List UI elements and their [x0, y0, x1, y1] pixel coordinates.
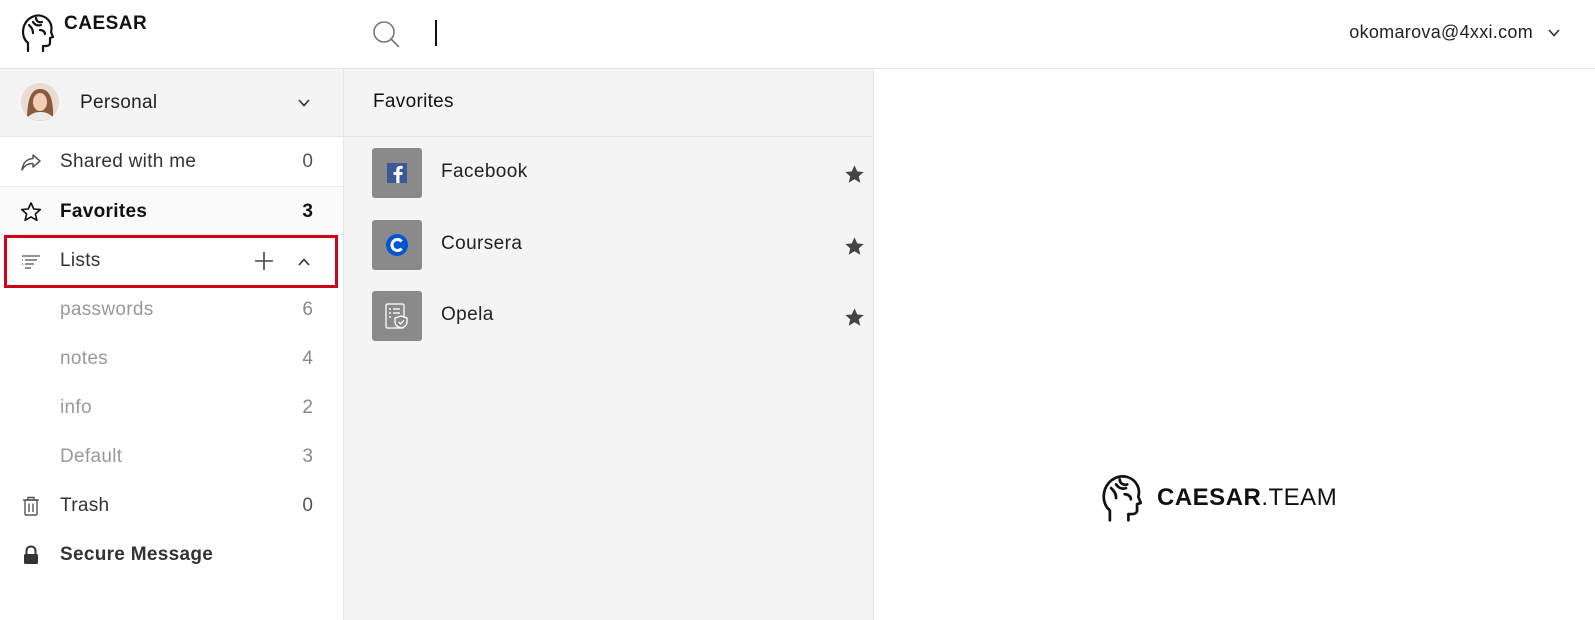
sidebar-item-label: info	[60, 397, 92, 418]
app-logo[interactable]: CAESAR	[20, 12, 147, 54]
app-logo-text: CAESAR	[64, 13, 148, 34]
sidebar-item-count: 2	[302, 397, 313, 418]
sidebar-item-favorites[interactable]: Favorites 3	[0, 186, 343, 235]
sidebar-item-label: notes	[60, 348, 108, 369]
sidebar-item-label: Default	[60, 446, 123, 467]
sidebar-item-count: 4	[302, 348, 313, 369]
brand-logo: CAESAR.TEAM	[1100, 472, 1337, 524]
brand-text-bold: CAESAR	[1157, 484, 1262, 511]
search-input[interactable]	[435, 20, 437, 46]
entry-name: Opela	[441, 304, 494, 325]
star-filled-icon[interactable]	[844, 307, 865, 328]
page-title: Favorites	[373, 91, 454, 112]
sidebar-item-label: Favorites	[60, 201, 148, 222]
coursera-icon	[372, 220, 422, 270]
sidebar-item-notes[interactable]: notes 4	[0, 334, 343, 383]
sidebar-item-label: Shared with me	[60, 151, 197, 172]
brand-text-suffix: .TEAM	[1261, 484, 1338, 511]
sidebar-item-label: passwords	[60, 299, 154, 320]
lock-icon	[24, 545, 38, 564]
star-filled-icon[interactable]	[844, 164, 865, 185]
star-outline-icon	[20, 202, 42, 222]
entry-name: Facebook	[441, 161, 528, 182]
caesar-head-icon	[1102, 475, 1142, 522]
panel-header: Favorites	[344, 69, 873, 137]
add-list-icon[interactable]	[253, 250, 275, 272]
chevron-down-icon[interactable]	[297, 96, 311, 110]
sidebar-item-count: 0	[302, 495, 313, 516]
sidebar-item-shared[interactable]: Shared with me 0	[0, 137, 343, 186]
sidebar-item-default[interactable]: Default 3	[0, 432, 343, 481]
entry-name: Coursera	[441, 233, 523, 254]
sidebar-item-count: 3	[302, 201, 313, 222]
sidebar-item-count: 6	[302, 299, 313, 320]
sidebar-item-label: Secure Message	[60, 544, 214, 565]
sidebar-item-trash[interactable]: Trash 0	[0, 481, 343, 530]
share-arrow-icon	[21, 154, 41, 171]
chevron-down-icon[interactable]	[1547, 26, 1561, 40]
favorites-panel: Favorites Facebook Coursera Opela	[344, 69, 874, 620]
search-icon[interactable]	[372, 20, 402, 50]
list-item[interactable]: Coursera	[344, 210, 873, 280]
facebook-icon	[372, 148, 422, 198]
brand-text: CAESAR.TEAM	[1157, 484, 1337, 512]
list-item[interactable]: Facebook	[344, 138, 873, 208]
lists-highlight-box	[4, 235, 338, 288]
sidebar-item-passwords[interactable]: passwords 6	[0, 285, 343, 334]
account-switcher[interactable]: Personal	[0, 69, 343, 137]
star-filled-icon[interactable]	[844, 236, 865, 257]
account-name: Personal	[80, 92, 158, 113]
user-email[interactable]: okomarova@4xxi.com	[1349, 22, 1533, 43]
caesar-head-icon	[21, 14, 54, 53]
avatar	[21, 83, 59, 121]
sidebar-item-info[interactable]: info 2	[0, 383, 343, 432]
sidebar-item-secure-message[interactable]: Secure Message	[0, 530, 343, 579]
sidebar-item-label: Trash	[60, 495, 110, 516]
trash-icon	[23, 496, 39, 516]
sidebar-item-count: 0	[302, 151, 313, 172]
sidebar-item-count: 3	[302, 446, 313, 467]
document-shield-icon	[372, 291, 422, 341]
list-item[interactable]: Opela	[344, 281, 873, 351]
sidebar: Personal Shared with me 0 Favorites 3 Li…	[0, 69, 344, 620]
chevron-up-icon[interactable]	[297, 255, 311, 269]
top-bar: CAESAR okomarova@4xxi.com	[0, 0, 1595, 69]
